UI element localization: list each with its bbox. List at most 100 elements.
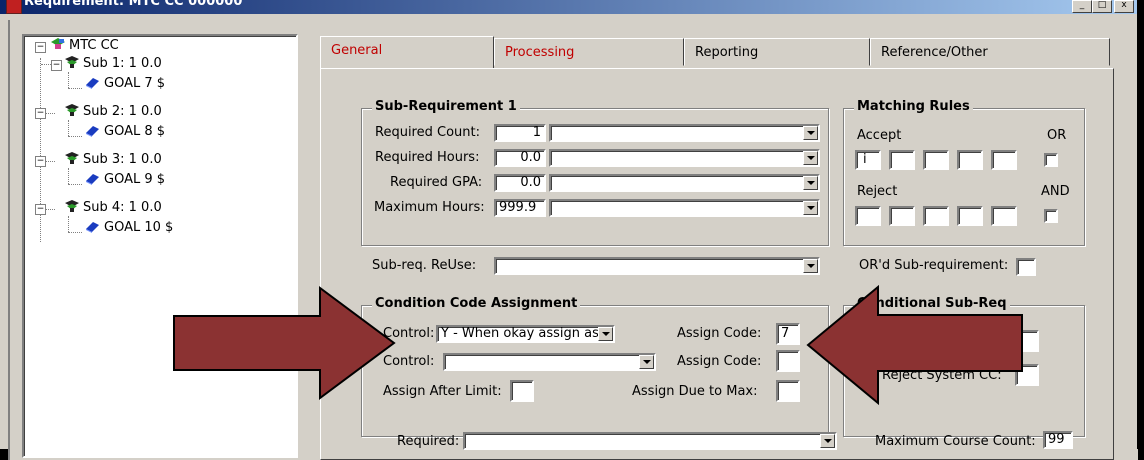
accept-label: Accept	[857, 128, 902, 143]
tab-strip: General Processing Reporting Reference/O…	[320, 36, 1112, 68]
tree-goal-label: GOAL 7 $	[104, 76, 166, 91]
maximum-hours-field[interactable]: 999.9	[494, 199, 546, 217]
tree-root[interactable]: MTC CC	[50, 37, 119, 55]
book-icon	[86, 222, 99, 233]
reject-box-1[interactable]	[855, 206, 881, 226]
tree-goal-7[interactable]: GOAL 7 $	[84, 76, 165, 94]
assign-code-1-label: Assign Code:	[677, 326, 762, 341]
chevron-down-icon[interactable]	[803, 259, 818, 273]
assign-after-limit-label: Assign After Limit:	[383, 384, 502, 399]
subreq-reuse-select[interactable]	[494, 257, 820, 275]
and-checkbox[interactable]	[1044, 209, 1058, 223]
assign-code-2-field[interactable]	[776, 350, 800, 372]
reject-label: Reject	[857, 184, 898, 199]
collapse-icon[interactable]: −	[35, 108, 46, 119]
right-pointing-arrow-annotation	[173, 286, 396, 400]
required-gpa-field[interactable]: 0.0	[494, 174, 546, 192]
max-course-count-label: Maximum Course Count:	[875, 434, 1036, 449]
sub-requirement-icon	[65, 152, 79, 164]
tab-general[interactable]: General	[320, 36, 494, 68]
required-count-label: Required Count:	[375, 125, 480, 140]
title-bar[interactable]: Requirement: MTC CC 000000 _ □ x	[0, 0, 1140, 14]
sub-requirement-title: Sub-Requirement 1	[372, 99, 520, 114]
tree-goal-9[interactable]: GOAL 9 $	[84, 172, 165, 190]
control-1-select[interactable]: Y - When okay assign as sy	[436, 325, 615, 343]
accept-box-3[interactable]	[923, 150, 949, 170]
tab-reference-other[interactable]: Reference/Other	[870, 38, 1110, 66]
sub-requirement-icon	[65, 56, 79, 68]
book-icon	[86, 126, 99, 137]
tab-reporting[interactable]: Reporting	[684, 38, 870, 66]
sub-requirement-icon	[65, 104, 79, 116]
tree-sub-1[interactable]: Sub 1: 1 0.0	[64, 55, 162, 73]
assign-due-to-max-field[interactable]	[776, 380, 800, 402]
required-hours-field[interactable]: 0.0	[494, 149, 546, 167]
tree-goal-label: GOAL 9 $	[104, 172, 166, 187]
matching-rules-title: Matching Rules	[854, 99, 973, 114]
chevron-down-icon[interactable]	[598, 327, 613, 341]
maximum-hours-label: Maximum Hours:	[374, 200, 485, 215]
and-label: AND	[1041, 184, 1070, 199]
collapse-icon[interactable]: −	[51, 60, 62, 71]
book-icon	[86, 78, 99, 89]
or-checkbox[interactable]	[1044, 153, 1058, 167]
collapse-icon[interactable]: −	[35, 156, 46, 167]
tree-sub-3[interactable]: Sub 3: 1 0.0	[64, 151, 162, 169]
tree-root-label: MTC CC	[69, 38, 119, 53]
accept-box-4[interactable]	[957, 150, 983, 170]
required-select[interactable]	[463, 432, 837, 450]
accept-box-2[interactable]	[889, 150, 915, 170]
max-course-count-field[interactable]: 99	[1043, 431, 1073, 449]
minimize-button[interactable]: _	[1072, 0, 1092, 13]
screen-edge	[1137, 0, 1144, 449]
reject-box-5[interactable]	[991, 206, 1017, 226]
required-count-select[interactable]	[549, 124, 820, 142]
required-label: Required:	[397, 434, 460, 449]
collapse-icon[interactable]: −	[35, 42, 46, 53]
chevron-down-icon[interactable]	[803, 201, 818, 215]
chevron-down-icon[interactable]	[639, 355, 654, 369]
reject-box-4[interactable]	[957, 206, 983, 226]
close-button[interactable]: x	[1114, 0, 1134, 13]
reject-box-3[interactable]	[923, 206, 949, 226]
assign-after-limit-field[interactable]	[510, 380, 534, 402]
tab-processing[interactable]: Processing	[494, 38, 684, 66]
ord-subreq-label: OR'd Sub-requirement:	[859, 258, 1009, 273]
requirement-window: Requirement: MTC CC 000000 _ □ x − MTC C…	[0, 0, 1140, 460]
maximize-button[interactable]: □	[1092, 0, 1112, 13]
tree-goal-label: GOAL 10 $	[104, 220, 174, 235]
app-icon	[6, 0, 22, 14]
tree-goal-label: GOAL 8 $	[104, 124, 166, 139]
assign-due-to-max-label: Assign Due to Max:	[632, 384, 758, 399]
sub-requirement-icon	[65, 200, 79, 212]
tree-sub-label: Sub 3: 1 0.0	[83, 152, 162, 167]
chevron-down-icon[interactable]	[820, 434, 835, 448]
required-count-field[interactable]: 1	[494, 124, 546, 142]
control-2-select[interactable]	[443, 353, 656, 371]
chevron-down-icon[interactable]	[803, 126, 818, 140]
chevron-down-icon[interactable]	[803, 176, 818, 190]
tree-sub-label: Sub 1: 1 0.0	[83, 56, 162, 71]
condition-code-title: Condition Code Assignment	[372, 296, 581, 311]
assign-code-1-field[interactable]: 7	[776, 323, 800, 345]
window-title: Requirement: MTC CC 000000	[24, 0, 243, 9]
graduation-cap-icon	[51, 38, 65, 49]
tree-goal-10[interactable]: GOAL 10 $	[84, 220, 173, 238]
book-icon	[86, 174, 99, 185]
ord-subreq-checkbox[interactable]	[1016, 258, 1036, 276]
tree-sub-label: Sub 2: 1 0.0	[83, 104, 162, 119]
collapse-icon[interactable]: −	[35, 204, 46, 215]
required-hours-select[interactable]	[549, 149, 820, 167]
maximum-hours-select[interactable]	[549, 199, 820, 217]
tree-sub-label: Sub 4: 1 0.0	[83, 200, 162, 215]
control-1-value: Y - When okay assign as sy	[441, 326, 615, 341]
accept-box-1[interactable]: i	[855, 150, 881, 170]
accept-box-5[interactable]	[991, 150, 1017, 170]
chevron-down-icon[interactable]	[803, 151, 818, 165]
tree-sub-4[interactable]: Sub 4: 1 0.0	[64, 199, 162, 217]
tree-goal-8[interactable]: GOAL 8 $	[84, 124, 165, 142]
or-label: OR	[1047, 128, 1067, 143]
reject-box-2[interactable]	[889, 206, 915, 226]
tree-sub-2[interactable]: Sub 2: 1 0.0	[64, 103, 162, 121]
required-gpa-select[interactable]	[549, 174, 820, 192]
